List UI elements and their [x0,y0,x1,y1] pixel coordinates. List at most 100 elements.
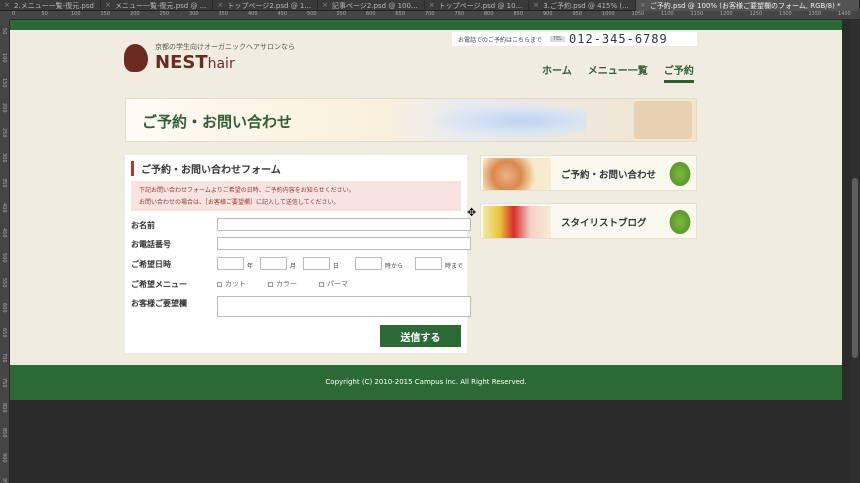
color-checkbox[interactable]: カラー [268,279,297,289]
ruler-corner [0,11,10,20]
time-to-unit: 時まで [445,263,464,270]
side-banner-reservation[interactable]: ご予約・お問い合わせ [480,155,697,191]
side-banner-label: スタイリストブログ [561,218,647,229]
ruler-tick-label: 500 [1,253,7,263]
nav-menu-list[interactable]: メニュー一覧 [588,62,648,83]
ruler-tick-label: 50 [1,28,7,35]
ruler-tick-label: 1350 [808,11,822,17]
ruler-tick-label: 900 [543,11,553,17]
close-tab-icon[interactable]: × [4,0,10,10]
year-input[interactable] [217,257,244,270]
document-tab-active[interactable]: × ご予約.psd @ 100% (お客様ご要望欄のフォーム, RGB/8) * [635,0,860,11]
checkbox-icon [319,281,324,287]
nav-home[interactable]: ホーム [542,62,572,83]
name-input[interactable] [217,218,471,231]
ruler-tick-label: 1150 [690,11,704,17]
close-tab-icon[interactable]: × [322,0,328,10]
ruler-tick-label: 550 [336,11,347,17]
ruler-tick-label: 1100 [661,11,674,17]
ruler-tick-label: 450 [277,11,288,17]
leaf-icon [668,160,692,188]
products-photo [483,206,551,238]
banner-chair-image [634,101,692,139]
ruler-tick-label: 950 [572,11,583,17]
ruler-tick-label: 400 [248,11,258,17]
name-label: お名前 [131,221,155,230]
ruler-tick-label: 300 [189,11,199,17]
page-title: ご予約・お問い合わせ [142,113,293,131]
menu-label: ご希望メニュー [131,280,187,289]
reservation-form: ご予約・お問い合わせフォーム 下記お問い合わせフォームよりご希望の日時、ご予約内… [125,155,471,353]
ruler-tick-label: 350 [218,11,229,17]
ruler-tick-label: 1300 [779,11,792,17]
document-tab[interactable]: × トップページ2.psd @ 1... [213,0,319,11]
ruler-tick-label: 1250 [749,11,763,17]
logo-icon [124,44,148,72]
request-label: お客様ご要望欄 [131,299,187,308]
request-textarea[interactable] [217,296,471,317]
ruler-tick-label: 300 [1,153,7,163]
close-tab-icon[interactable]: × [640,0,646,10]
document-tab[interactable]: × トップページ.psd @ 10... [425,0,530,11]
ruler-tick-label: 950 [1,478,7,483]
banner-flower-image [426,103,586,139]
ruler-tick-label: 650 [395,11,406,17]
header-contact: お電話でのご予約はこちらまで TEL 012-345-6789 [452,32,697,46]
tel-number: 012-345-6789 [569,32,668,46]
nav-reservation[interactable]: ご予約 [663,62,694,83]
month-unit: 月 [290,263,297,270]
leaf-icon [668,208,692,236]
ruler-tick-label: 450 [1,228,7,238]
close-tab-icon[interactable]: × [533,0,539,10]
time-to-input[interactable] [415,257,442,270]
perm-checkbox[interactable]: パーマ [319,279,348,289]
cut-checkbox[interactable]: カット [217,279,246,289]
ruler-tick-label: 900 [1,453,7,463]
ruler-tick-label: 1400 [838,11,851,17]
day-input[interactable] [303,257,330,270]
side-banner-blog[interactable]: スタイリストブログ [480,203,697,239]
tel-label: TEL [550,36,566,42]
logo-name: NESThair [155,52,235,73]
close-tab-icon[interactable]: × [217,0,223,10]
stylist-photo [483,158,551,190]
ruler-tick-label: 400 [1,203,7,213]
global-nav: ホーム メニュー一覧 ご予約 [542,62,694,83]
ruler-tick-label: 650 [1,328,7,338]
document-canvas: お電話でのご予約はこちらまで TEL 012-345-6789 京都の学生向けオ… [10,20,842,400]
horizontal-ruler: 0 50 100 150 200 250 300 350 400 450 500 550 600 650 7… [10,11,860,20]
document-tab[interactable]: × 3.ご予約.psd @ 415% (... [529,0,636,11]
site-footer: Copyright (C) 2010-2015 Campus inc. All … [10,365,842,400]
document-tab[interactable]: × 記事ページ2.psd @ 100... [318,0,425,11]
contact-text: お電話でのご予約はこちらまで [458,36,543,44]
submit-button[interactable]: 送信する [380,325,461,347]
checkbox-icon [217,281,222,287]
document-tab[interactable]: × 2.メニュー一覧-復元.psd [0,0,101,11]
close-tab-icon[interactable]: × [105,0,111,10]
ruler-tick-label: 150 [1,78,7,88]
ruler-tick-label: 250 [1,128,7,138]
ruler-tick-label: 100 [1,53,7,63]
month-input[interactable] [260,257,287,270]
ruler-tick-label: 1050 [631,11,645,17]
time-from-input[interactable] [355,257,382,270]
ruler-tick-label: 500 [307,11,317,17]
phone-input[interactable] [217,237,471,250]
document-tab[interactable]: × メニュー一覧-復元.psd @ ... [101,0,214,11]
move-cursor-icon: ✥ [467,206,477,219]
ruler-tick-label: 700 [425,11,435,17]
ruler-tick-label: 1000 [602,11,615,17]
checkbox-icon [268,281,273,287]
close-tab-icon[interactable]: × [429,0,435,10]
day-unit: 日 [333,263,340,270]
date-label: ご希望日時 [131,260,171,269]
time-from-unit: 時から [385,263,404,270]
ruler-tick-label: 750 [454,11,465,17]
scrollbar-thumb[interactable] [852,178,858,358]
ruler-tick-label: 750 [1,378,7,388]
vertical-scrollbar[interactable] [850,20,860,483]
ruler-tick-label: 200 [130,11,140,17]
ruler-tick-label: 850 [1,428,7,438]
ruler-tick-label: 550 [1,278,7,288]
ruler-tick-label: 250 [159,11,170,17]
